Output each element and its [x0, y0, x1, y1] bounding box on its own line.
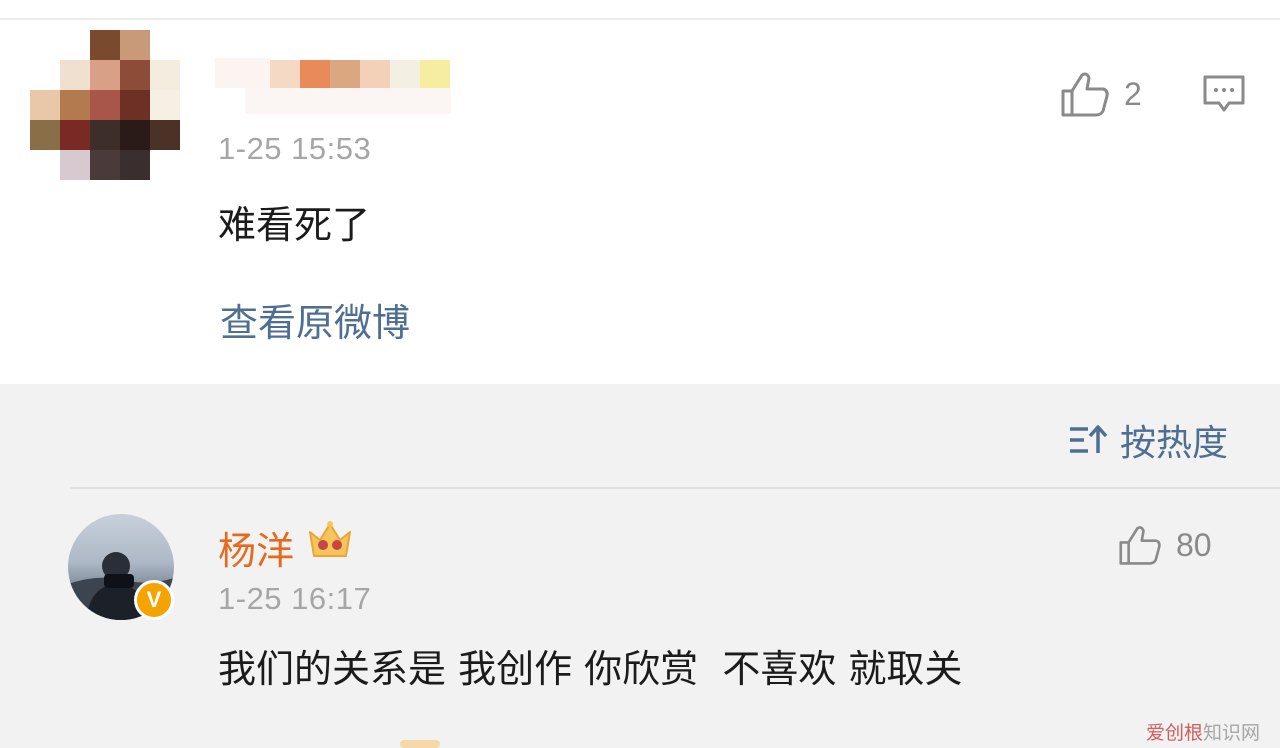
sort-by-popularity-button[interactable]: 按热度	[1068, 414, 1228, 466]
thumbs-up-icon	[1119, 526, 1161, 565]
verified-badge: V	[134, 580, 174, 620]
crown-icon	[306, 518, 354, 568]
watermark: 爱创根知识网	[1146, 718, 1260, 745]
username[interactable]: 杨洋	[218, 520, 294, 575]
comment-text: 我们的关系是 我创作 你欣赏 不喜欢 就取关	[218, 647, 963, 691]
like-count: 80	[1176, 526, 1212, 563]
watermark-rest: 知识网	[1203, 722, 1261, 744]
reply-button[interactable]	[1202, 74, 1246, 118]
comment-timestamp: 1-25 16:17	[218, 581, 372, 616]
next-item-peek	[400, 740, 440, 748]
comment-timestamp: 1-25 15:53	[218, 131, 372, 166]
comment-divider	[70, 487, 1280, 489]
like-count: 2	[1124, 75, 1142, 112]
like-button[interactable]: 80	[1118, 524, 1212, 566]
top-comment-card	[0, 0, 1280, 384]
like-button[interactable]: 2	[1060, 70, 1142, 118]
sort-icon	[1070, 425, 1108, 453]
comment-text: 难看死了	[218, 203, 371, 247]
avatar-pixelated[interactable]	[30, 30, 180, 180]
comment-bubble-icon	[1203, 75, 1245, 112]
username-blurred[interactable]	[215, 58, 451, 118]
top-divider	[0, 18, 1280, 20]
watermark-accent: 爱创根	[1146, 722, 1204, 744]
sort-label: 按热度	[1120, 423, 1229, 464]
thumbs-up-icon	[1061, 72, 1109, 117]
view-original-weibo-link[interactable]: 查看原微博	[220, 292, 410, 347]
